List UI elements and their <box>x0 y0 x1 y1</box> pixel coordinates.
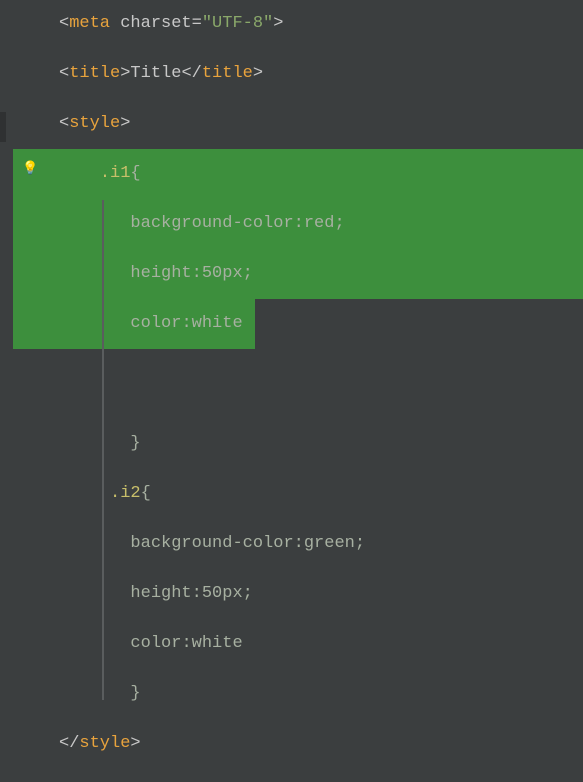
css-value: 50px <box>202 264 243 283</box>
angle-bracket: > <box>253 64 263 83</box>
colon: : <box>181 634 191 653</box>
code-line <box>13 362 583 432</box>
code-line: height:50px; <box>13 582 583 632</box>
code-line: <meta charset="UTF-8"> <box>13 12 583 62</box>
code-line: color:white <box>13 632 583 682</box>
code-line: <title>Title</title> <box>13 62 583 112</box>
css-selector: .i1 <box>100 164 131 183</box>
semicolon: ; <box>243 264 253 283</box>
css-property: color <box>130 634 181 653</box>
tag-name: title <box>202 64 253 83</box>
brace: { <box>141 484 151 503</box>
code-line: height:50px; <box>13 262 583 312</box>
fold-indicator[interactable] <box>0 112 6 142</box>
css-property: color <box>130 314 181 333</box>
colon: : <box>294 534 304 553</box>
text-content: Title <box>130 64 181 83</box>
angle-bracket: </ <box>59 734 79 753</box>
angle-bracket: > <box>273 14 283 33</box>
css-value: white <box>192 314 243 333</box>
brace: } <box>130 434 140 453</box>
css-selector: .i2 <box>110 484 141 503</box>
brace: { <box>130 164 140 183</box>
brace: } <box>130 684 140 703</box>
css-property: background-color <box>130 534 293 553</box>
colon: : <box>192 584 202 603</box>
attr-value: "UTF-8" <box>202 14 273 33</box>
semicolon: ; <box>334 214 344 233</box>
space <box>110 14 120 33</box>
semicolon: ; <box>355 534 365 553</box>
attr-name: charset <box>120 14 191 33</box>
angle-bracket: < <box>59 14 69 33</box>
code-editor[interactable]: <meta charset="UTF-8"> <title>Title</tit… <box>13 0 583 782</box>
code-line: } <box>13 682 583 732</box>
angle-bracket: </ <box>181 64 201 83</box>
colon: : <box>181 314 191 333</box>
code-line: <style> <box>13 112 583 162</box>
tag-name: meta <box>69 14 110 33</box>
colon: : <box>192 264 202 283</box>
code-line: .i1{ <box>13 162 583 212</box>
css-value: red <box>304 214 335 233</box>
css-value: green <box>304 534 355 553</box>
css-property: height <box>130 264 191 283</box>
css-property: background-color <box>130 214 293 233</box>
tag-name: style <box>69 114 120 133</box>
code-line: .i2{ <box>13 482 583 532</box>
equals: = <box>192 14 202 33</box>
css-value: 50px <box>202 584 243 603</box>
code-line: background-color:green; <box>13 532 583 582</box>
tag-name: title <box>69 64 120 83</box>
angle-bracket: < <box>59 114 69 133</box>
tag-name: style <box>79 734 130 753</box>
css-value: white <box>192 634 243 653</box>
colon: : <box>294 214 304 233</box>
code-line: background-color:red; <box>13 212 583 262</box>
angle-bracket: > <box>120 114 130 133</box>
code-line: color:white <box>13 312 583 362</box>
css-property: height <box>130 584 191 603</box>
angle-bracket: < <box>59 64 69 83</box>
angle-bracket: > <box>130 734 140 753</box>
code-line: } <box>13 432 583 482</box>
code-line: </style> <box>13 732 583 782</box>
semicolon: ; <box>243 584 253 603</box>
angle-bracket: > <box>120 64 130 83</box>
